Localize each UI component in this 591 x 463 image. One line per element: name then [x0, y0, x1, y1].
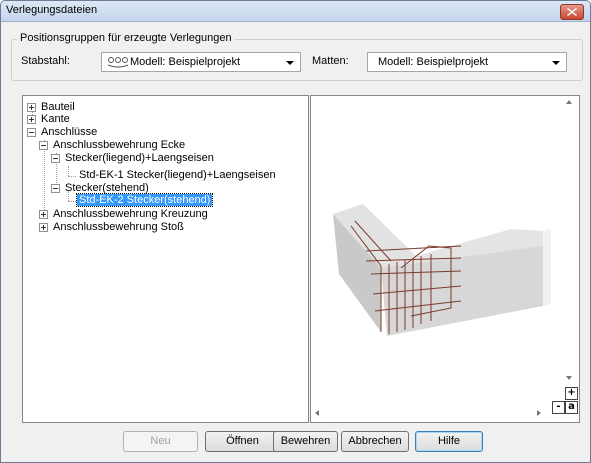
open-button[interactable]: Öffnen: [205, 431, 280, 452]
reinforce-button[interactable]: Bewehren: [273, 431, 338, 452]
model-preview[interactable]: + - a: [310, 95, 580, 423]
close-button[interactable]: [560, 4, 584, 20]
matten-select[interactable]: Modell: Beispielprojekt: [367, 52, 567, 72]
chevron-down-icon: [286, 61, 294, 65]
collapse-minus-icon[interactable]: [51, 154, 60, 163]
title-bar: Verlegungsdateien: [1, 1, 590, 22]
model-icon: [107, 57, 129, 68]
tree-item-std-ek2[interactable]: Std-EK-2 Stecker(stehend): [75, 193, 214, 207]
new-button[interactable]: Neu: [123, 431, 198, 452]
tree-item-label: Anschlussbewehrung Kreuzung: [53, 208, 208, 220]
matten-label: Matten:: [312, 55, 349, 67]
tree-item-label: Anschlussbewehrung Stoß: [53, 221, 184, 233]
stabstahl-select[interactable]: Modell: Beispielprojekt: [101, 52, 301, 72]
help-button[interactable]: Hilfe: [415, 431, 483, 452]
expand-plus-icon[interactable]: [27, 103, 36, 112]
expand-plus-icon[interactable]: [39, 223, 48, 232]
scroll-down-icon: [566, 376, 572, 380]
window-title: Verlegungsdateien: [6, 4, 98, 16]
tree-item-label: Kante: [41, 113, 70, 125]
file-tree[interactable]: Bauteil Kante Anschlüsse Anschlussbewehr…: [22, 95, 309, 423]
scroll-right-icon: [537, 410, 541, 416]
collapse-minus-icon[interactable]: [39, 141, 48, 150]
stabstahl-value: Modell: Beispielprojekt: [130, 56, 241, 68]
collapse-minus-icon[interactable]: [51, 184, 60, 193]
tree-item-std-ek1[interactable]: Std-EK-1 Stecker(liegend)+Laengseisen: [79, 169, 276, 182]
cancel-button[interactable]: Abbrechen: [341, 431, 409, 452]
scroll-up-icon: [566, 100, 572, 104]
tree-item-label: Anschlüsse: [41, 126, 98, 138]
tree-item-label: Std-EK-1 Stecker(liegend)+Laengseisen: [79, 169, 276, 181]
stabstahl-label: Stabstahl:: [21, 55, 70, 67]
expand-plus-icon[interactable]: [27, 115, 36, 124]
matten-value: Modell: Beispielprojekt: [378, 56, 489, 68]
scroll-left-icon: [315, 410, 319, 416]
tree-item-label: Anschlussbewehrung Ecke: [53, 139, 186, 151]
zoom-out-button[interactable]: -: [552, 401, 565, 414]
tree-line: [44, 140, 45, 216]
tree-item-label-selected: Std-EK-2 Stecker(stehend): [75, 193, 214, 207]
reinforcement-model-image: [315, 100, 572, 416]
chevron-down-icon: [552, 61, 560, 65]
zoom-in-button[interactable]: +: [565, 387, 578, 400]
close-icon: [567, 8, 577, 16]
collapse-minus-icon[interactable]: [27, 128, 36, 137]
tree-line: [68, 166, 69, 176]
group-legend: Positionsgruppen für erzeugte Verlegunge…: [17, 32, 235, 44]
dialog-window: Verlegungsdateien Positionsgruppen für e…: [0, 0, 591, 463]
expand-plus-icon[interactable]: [39, 210, 48, 219]
tree-line: [68, 176, 76, 177]
zoom-all-button[interactable]: a: [565, 401, 578, 414]
tree-line: [68, 201, 76, 202]
tree-item-label: Stecker(liegend)+Laengseisen: [65, 152, 214, 164]
